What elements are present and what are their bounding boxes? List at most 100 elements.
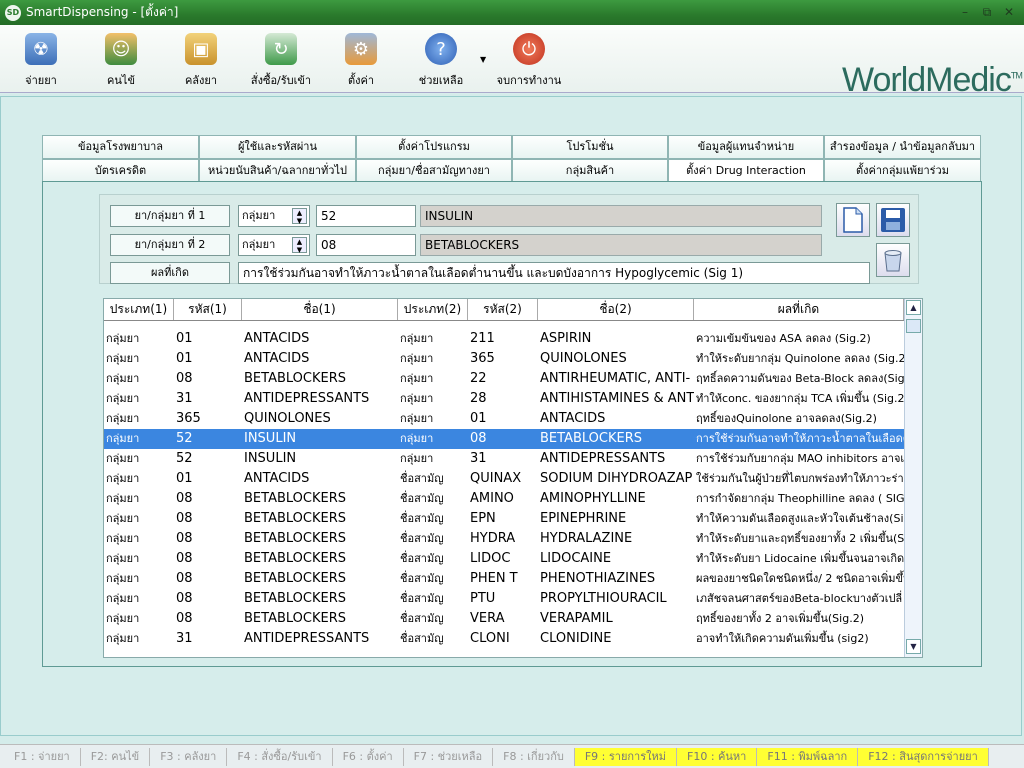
minimize-icon[interactable]: – (956, 4, 974, 20)
table-row[interactable]: กลุ่มยา 08 BETABLOCKERS กลุ่มยา 22 ANTIRHEUMA… (104, 369, 904, 389)
help-dropdown-icon[interactable]: ▼ (480, 55, 486, 64)
table-row[interactable]: กลุ่มยา 01 ANTACIDS ชื่อสามัญ QUINAX SODIUM D… (104, 469, 904, 489)
toolbar-patients-button[interactable]: ☺ คนไข้ (86, 31, 156, 87)
table-cell: กลุ่มยา (106, 392, 140, 405)
window-title: SmartDispensing - [ตั้งค่า] (26, 5, 179, 19)
table-cell: 28 (470, 391, 487, 406)
table-row[interactable]: กลุ่มยา 52 INSULIN กลุ่มยา 08 BETABLOCKERS การ… (104, 429, 904, 449)
scroll-thumb[interactable] (906, 319, 921, 333)
table-cell: AMINOPHYLLINE (540, 491, 646, 506)
hotkey-label: F4 : สั่งซื้อ/รับเข้า (227, 747, 333, 766)
scroll-down-icon[interactable]: ▼ (906, 639, 921, 654)
table-cell: ANTIDEPRESSANTS (540, 451, 666, 466)
effect-input[interactable]: การใช้ร่วมกันอาจทำให้ภาวะน้ำตาลในเลือดต่… (238, 262, 870, 284)
table-row[interactable]: กลุ่มยา 08 BETABLOCKERS ชื่อสามัญ PTU PROPYLT… (104, 589, 904, 609)
toolbar-dispense-button[interactable]: ☢ จ่ายยา (6, 31, 76, 87)
table-row[interactable]: กลุ่มยา 08 BETABLOCKERS ชื่อสามัญ LIDOC LIDOC… (104, 549, 904, 569)
close-icon[interactable]: ✕ (1000, 4, 1018, 20)
table-cell: QUINAX (470, 471, 522, 486)
table-cell: 08 (176, 591, 193, 606)
save-button[interactable] (876, 203, 910, 237)
table-cell: BETABLOCKERS (540, 431, 642, 446)
table-cell: VERAPAMIL (540, 611, 613, 626)
toolbar-help-button[interactable]: ? ช่วยเหลือ (406, 31, 476, 87)
table-cell: กลุ่มยา (106, 552, 140, 565)
toolbar-exit-button[interactable]: ⏻ จบการทำงาน (494, 31, 564, 87)
toolbar-label: สั่งซื้อ/รับเข้า (250, 74, 312, 87)
column-header[interactable]: ผลที่เกิด (694, 299, 904, 320)
table-row[interactable]: กลุ่มยา 01 ANTACIDS กลุ่มยา 365 QUINOLONES ทำใ… (104, 349, 904, 369)
table-row[interactable]: กลุ่มยา 08 BETABLOCKERS ชื่อสามัญ VERA VERAPA… (104, 609, 904, 629)
grid-header: ประเภท(1) รหัส(1) ชื่อ(1) ประเภท(2) รหัส… (104, 299, 904, 321)
table-row[interactable]: กลุ่มยา 365 QUINOLONES กลุ่มยา 01 ANTACIDS ฤทธ… (104, 409, 904, 429)
column-header[interactable]: ประเภท(2) (398, 299, 468, 320)
table-row[interactable]: กลุ่มยา 08 BETABLOCKERS ชื่อสามัญ AMINO AMINO… (104, 489, 904, 509)
toolbar-label: ช่วยเหลือ (418, 74, 464, 87)
tab-supplier-info[interactable]: ข้อมูลผู้แทนจำหน่าย (668, 135, 824, 159)
vertical-scrollbar[interactable]: ▲ ▼ (904, 299, 922, 657)
drug2-code-input[interactable]: 08 (316, 234, 416, 256)
drug2-type-value: กลุ่มยา (242, 238, 276, 251)
tab-program-settings[interactable]: ตั้งค่าโปรแกรม (356, 135, 512, 159)
new-record-button[interactable] (836, 203, 870, 237)
restore-icon[interactable]: ⧉ (978, 4, 996, 20)
table-cell: กลุ่มยา (106, 532, 140, 545)
table-cell: VERA (470, 611, 505, 626)
table-cell: ทำให้ระดับยา Lidocaine เพิ่มขึ้นจนอาจเกิ… (696, 552, 904, 565)
tab-drug-groups[interactable]: กลุ่มยา/ชื่อสามัญทางยา (356, 159, 512, 183)
table-cell: กลุ่มยา (106, 492, 140, 505)
table-cell: ทำให้ระดับยาและฤทธิ์ของยาทั้ง 2 เพิ่มขึ้… (696, 532, 904, 545)
toolbar-label: คนไข้ (107, 74, 135, 87)
tab-credit-card[interactable]: บัตรเครดิต (42, 159, 199, 183)
drug2-type-select[interactable]: กลุ่มยา ▲ ▼ (238, 234, 310, 256)
spin-arrows-icon[interactable]: ▲ ▼ (292, 208, 307, 225)
hotkey-label: F2: คนไข้ (81, 747, 151, 766)
delete-button[interactable] (876, 243, 910, 277)
spin-arrows-icon[interactable]: ▲ ▼ (292, 237, 307, 254)
table-cell: PHEN T (470, 571, 518, 586)
tab-units-labels[interactable]: หน่วยนับสินค้า/ฉลากยาทั่วไป (199, 159, 356, 183)
column-header[interactable]: รหัส(1) (174, 299, 242, 320)
column-header[interactable]: รหัส(2) (468, 299, 538, 320)
table-cell: ฤทธิ์ของQuinolone อาจลดลง(Sig.2) (696, 412, 877, 425)
table-row[interactable]: กลุ่มยา 01 ANTACIDS กลุ่มยา 211 ASPIRIN ความเข… (104, 329, 904, 349)
table-row[interactable]: กลุ่มยา 08 BETABLOCKERS ชื่อสามัญ EPN EPINEPH… (104, 509, 904, 529)
table-cell: ชื่อสามัญ (400, 512, 444, 525)
tab-cross-allergy-groups[interactable]: ตั้งค่ากลุ่มแพ้ยาร่วม (824, 159, 981, 183)
drug1-label: ยา/กลุ่มยา ที่ 1 (110, 205, 230, 227)
column-header[interactable]: ชื่อ(2) (538, 299, 694, 320)
hotkey-label: F8 : เกี่ยวกับ (493, 747, 575, 766)
table-cell: ฤทธิ์ลดความดันของ Beta-Block ลดลง(Sig (696, 372, 904, 385)
table-row[interactable]: กลุ่มยา 08 BETABLOCKERS ชื่อสามัญ PHEN T PHEN… (104, 569, 904, 589)
status-bar: F1 : จ่ายยา F2: คนไข้ F3 : คลังยา F4 : สั่ง… (0, 744, 1024, 768)
tab-users-passwords[interactable]: ผู้ใช้และรหัสผ่าน (199, 135, 356, 159)
table-cell: การใช้ร่วมกันอาจทำให้ภาวะน้ำตาลในเลือดต่… (696, 432, 904, 445)
toolbar: ☢ จ่ายยา ☺ คนไข้ ▣ คลังยา ↻ สั่งซื้อ/รับ… (0, 25, 1024, 99)
toolbar-settings-button[interactable]: ⚙ ตั้งค่า (326, 31, 396, 87)
interaction-form: ยา/กลุ่มยา ที่ 1 กลุ่มยา ▲ ▼ 52 INSULIN ย… (99, 194, 919, 284)
tab-promotions[interactable]: โปรโมชั่น (512, 135, 668, 159)
table-cell: BETABLOCKERS (244, 491, 346, 506)
drug1-type-value: กลุ่มยา (242, 209, 276, 222)
tab-backup-restore[interactable]: สำรองข้อมูล / นำข้อมูลกลับมา (824, 135, 981, 159)
scroll-up-icon[interactable]: ▲ (906, 300, 921, 315)
table-row[interactable]: กลุ่มยา 31 ANTIDEPRESSANTS กลุ่มยา 28 ANTIHIS… (104, 389, 904, 409)
tab-hospital-info[interactable]: ข้อมูลโรงพยาบาล (42, 135, 199, 159)
table-row[interactable]: กลุ่มยา 31 ANTIDEPRESSANTS ชื่อสามัญ CLONI CL… (104, 629, 904, 649)
table-cell: 01 (470, 411, 487, 426)
tab-drug-interaction[interactable]: ตั้งค่า Drug Interaction (668, 159, 824, 183)
table-row[interactable]: กลุ่มยา 08 BETABLOCKERS ชื่อสามัญ HYDRA HYDRA… (104, 529, 904, 549)
table-row[interactable]: กลุ่มยา 52 INSULIN กลุ่มยา 31 ANTIDEPRESSANTS… (104, 449, 904, 469)
column-header[interactable]: ประเภท(1) (104, 299, 174, 320)
table-cell: 08 (176, 371, 193, 386)
table-cell: 01 (176, 351, 193, 366)
table-cell: กลุ่มยา (106, 432, 140, 445)
table-cell: ทำให้conc. ของยากลุ่ม TCA เพิ่มขึ้น (Sig… (696, 392, 904, 405)
drug1-code-input[interactable]: 52 (316, 205, 416, 227)
toolbar-inventory-button[interactable]: ▣ คลังยา (166, 31, 236, 87)
drug1-type-select[interactable]: กลุ่มยา ▲ ▼ (238, 205, 310, 227)
table-cell: 08 (176, 511, 193, 526)
column-header[interactable]: ชื่อ(1) (242, 299, 398, 320)
tab-product-groups[interactable]: กลุ่มสินค้า (512, 159, 668, 183)
toolbar-order-button[interactable]: ↻ สั่งซื้อ/รับเข้า (246, 31, 316, 87)
